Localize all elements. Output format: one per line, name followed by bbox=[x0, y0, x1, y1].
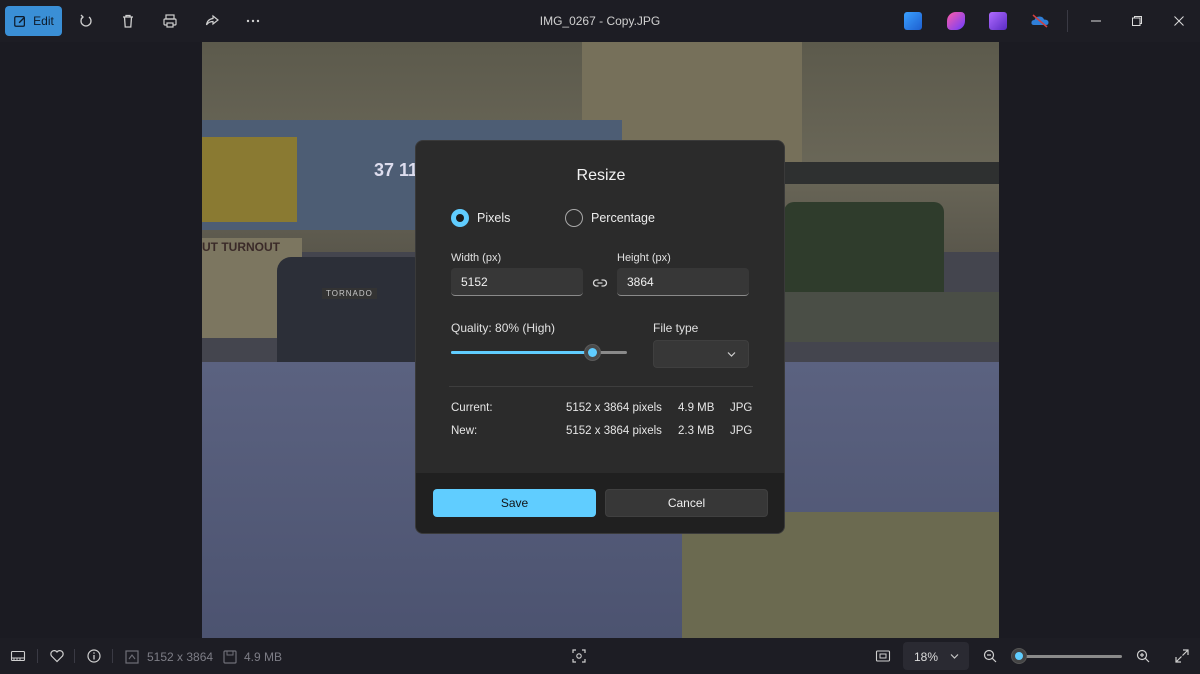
dialog-title: Resize bbox=[576, 167, 626, 184]
file-info-button[interactable] bbox=[86, 648, 102, 664]
zoom-out-icon bbox=[983, 649, 997, 663]
cancel-button[interactable]: Cancel bbox=[605, 489, 768, 517]
photo-turnout-text: UT TURNOUT bbox=[202, 240, 280, 254]
dialog-separator bbox=[449, 386, 753, 387]
favorite-button[interactable] bbox=[49, 648, 65, 664]
minimize-icon bbox=[1091, 20, 1101, 22]
designer-icon[interactable] bbox=[904, 12, 922, 30]
new-dimensions: 5152 x 3864 pixels bbox=[566, 425, 662, 437]
print-button[interactable] bbox=[159, 10, 181, 32]
restore-icon bbox=[1132, 16, 1142, 26]
edit-icon bbox=[14, 16, 26, 27]
actual-size-icon bbox=[875, 650, 891, 662]
zoom-value: 18% bbox=[914, 650, 939, 664]
width-input[interactable]: 5152 bbox=[451, 268, 583, 296]
current-file-size: 4.9 MB bbox=[678, 402, 715, 414]
info-icon bbox=[87, 649, 101, 663]
expand-icon bbox=[1175, 649, 1189, 663]
quality-label: Quality: 80% (High) bbox=[451, 321, 556, 335]
status-bar: 5152 x 3864 4.9 MB 18% bbox=[0, 638, 1200, 674]
photo-wagon bbox=[784, 162, 999, 184]
pixels-radio-label: Pixels bbox=[477, 211, 511, 225]
chevron-down-icon bbox=[950, 654, 959, 659]
current-label: Current: bbox=[451, 402, 493, 414]
clipchamp-icon[interactable] bbox=[947, 12, 965, 30]
percentage-radio-label: Percentage bbox=[591, 211, 655, 225]
video-editor-icon[interactable] bbox=[989, 12, 1007, 30]
resize-dialog: Resize Pixels Percentage Width (px) 5152… bbox=[415, 140, 785, 534]
minimize-button[interactable] bbox=[1080, 8, 1112, 34]
photo-loco-nameplate: TORNADO bbox=[322, 288, 377, 299]
restore-button[interactable] bbox=[1121, 8, 1153, 34]
file-type-dropdown[interactable] bbox=[653, 340, 749, 368]
share-icon bbox=[205, 14, 219, 26]
more-options-button[interactable] bbox=[242, 10, 264, 32]
window-title: IMG_0267 - Copy.JPG bbox=[539, 14, 661, 28]
save-button[interactable]: Save bbox=[433, 489, 596, 517]
title-bar-divider bbox=[1067, 10, 1068, 32]
save-disk-icon bbox=[222, 649, 237, 664]
status-separator bbox=[74, 649, 75, 663]
height-input[interactable]: 3864 bbox=[617, 268, 749, 296]
chevron-down-icon bbox=[727, 352, 736, 357]
title-bar: Edit IMG_0267 - Copy.JPG bbox=[0, 0, 1200, 42]
more-icon bbox=[246, 19, 260, 23]
zoom-slider-thumb[interactable] bbox=[1011, 648, 1027, 664]
dimensions-icon bbox=[124, 649, 139, 664]
width-label: Width (px) bbox=[451, 252, 502, 264]
full-screen-button[interactable] bbox=[1174, 648, 1190, 664]
new-label: New: bbox=[451, 425, 478, 437]
zoom-in-icon bbox=[1136, 649, 1150, 663]
delete-icon bbox=[123, 14, 133, 28]
status-separator bbox=[37, 649, 38, 663]
share-button[interactable] bbox=[201, 10, 223, 32]
current-dimensions: 5152 x 3864 pixels bbox=[566, 402, 662, 414]
zoom-dropdown[interactable]: 18% bbox=[903, 642, 969, 670]
close-button[interactable] bbox=[1163, 8, 1195, 34]
status-separator bbox=[112, 649, 113, 663]
face-scan-icon bbox=[572, 649, 586, 663]
zoom-slider-track[interactable] bbox=[1016, 655, 1122, 658]
edit-button-label: Edit bbox=[33, 14, 54, 28]
close-icon bbox=[1174, 16, 1184, 26]
filmstrip-icon bbox=[10, 650, 26, 662]
image-file-size: 4.9 MB bbox=[244, 650, 283, 664]
filmstrip-button[interactable] bbox=[10, 648, 26, 664]
photo-locomotive-cab bbox=[202, 137, 297, 222]
delete-button[interactable] bbox=[117, 10, 139, 32]
onedrive-icon[interactable] bbox=[1030, 12, 1050, 30]
heart-icon bbox=[50, 650, 64, 663]
print-icon bbox=[163, 14, 177, 28]
people-detect-button[interactable] bbox=[571, 648, 587, 664]
edit-button[interactable]: Edit bbox=[5, 6, 62, 36]
radio-unselected-indicator bbox=[565, 209, 583, 227]
rotate-icon bbox=[80, 14, 92, 27]
rotate-button[interactable] bbox=[75, 10, 97, 32]
new-file-type: JPG bbox=[730, 425, 753, 437]
radio-selected-indicator bbox=[451, 209, 469, 227]
zoom-out-button[interactable] bbox=[982, 648, 998, 664]
quality-slider-fill bbox=[451, 351, 592, 354]
link-aspect-ratio-icon[interactable] bbox=[592, 275, 608, 291]
height-label: Height (px) bbox=[617, 252, 671, 264]
zoom-in-button[interactable] bbox=[1135, 648, 1151, 664]
image-dimensions: 5152 x 3864 bbox=[147, 650, 214, 664]
current-file-type: JPG bbox=[730, 402, 753, 414]
quality-slider-thumb[interactable] bbox=[583, 344, 601, 361]
new-file-size: 2.3 MB bbox=[678, 425, 715, 437]
pixels-radio[interactable]: Pixels bbox=[451, 209, 510, 227]
file-type-label: File type bbox=[653, 321, 699, 335]
actual-size-button[interactable] bbox=[875, 648, 891, 664]
percentage-radio[interactable]: Percentage bbox=[565, 209, 655, 227]
photo-right-track bbox=[784, 292, 999, 342]
